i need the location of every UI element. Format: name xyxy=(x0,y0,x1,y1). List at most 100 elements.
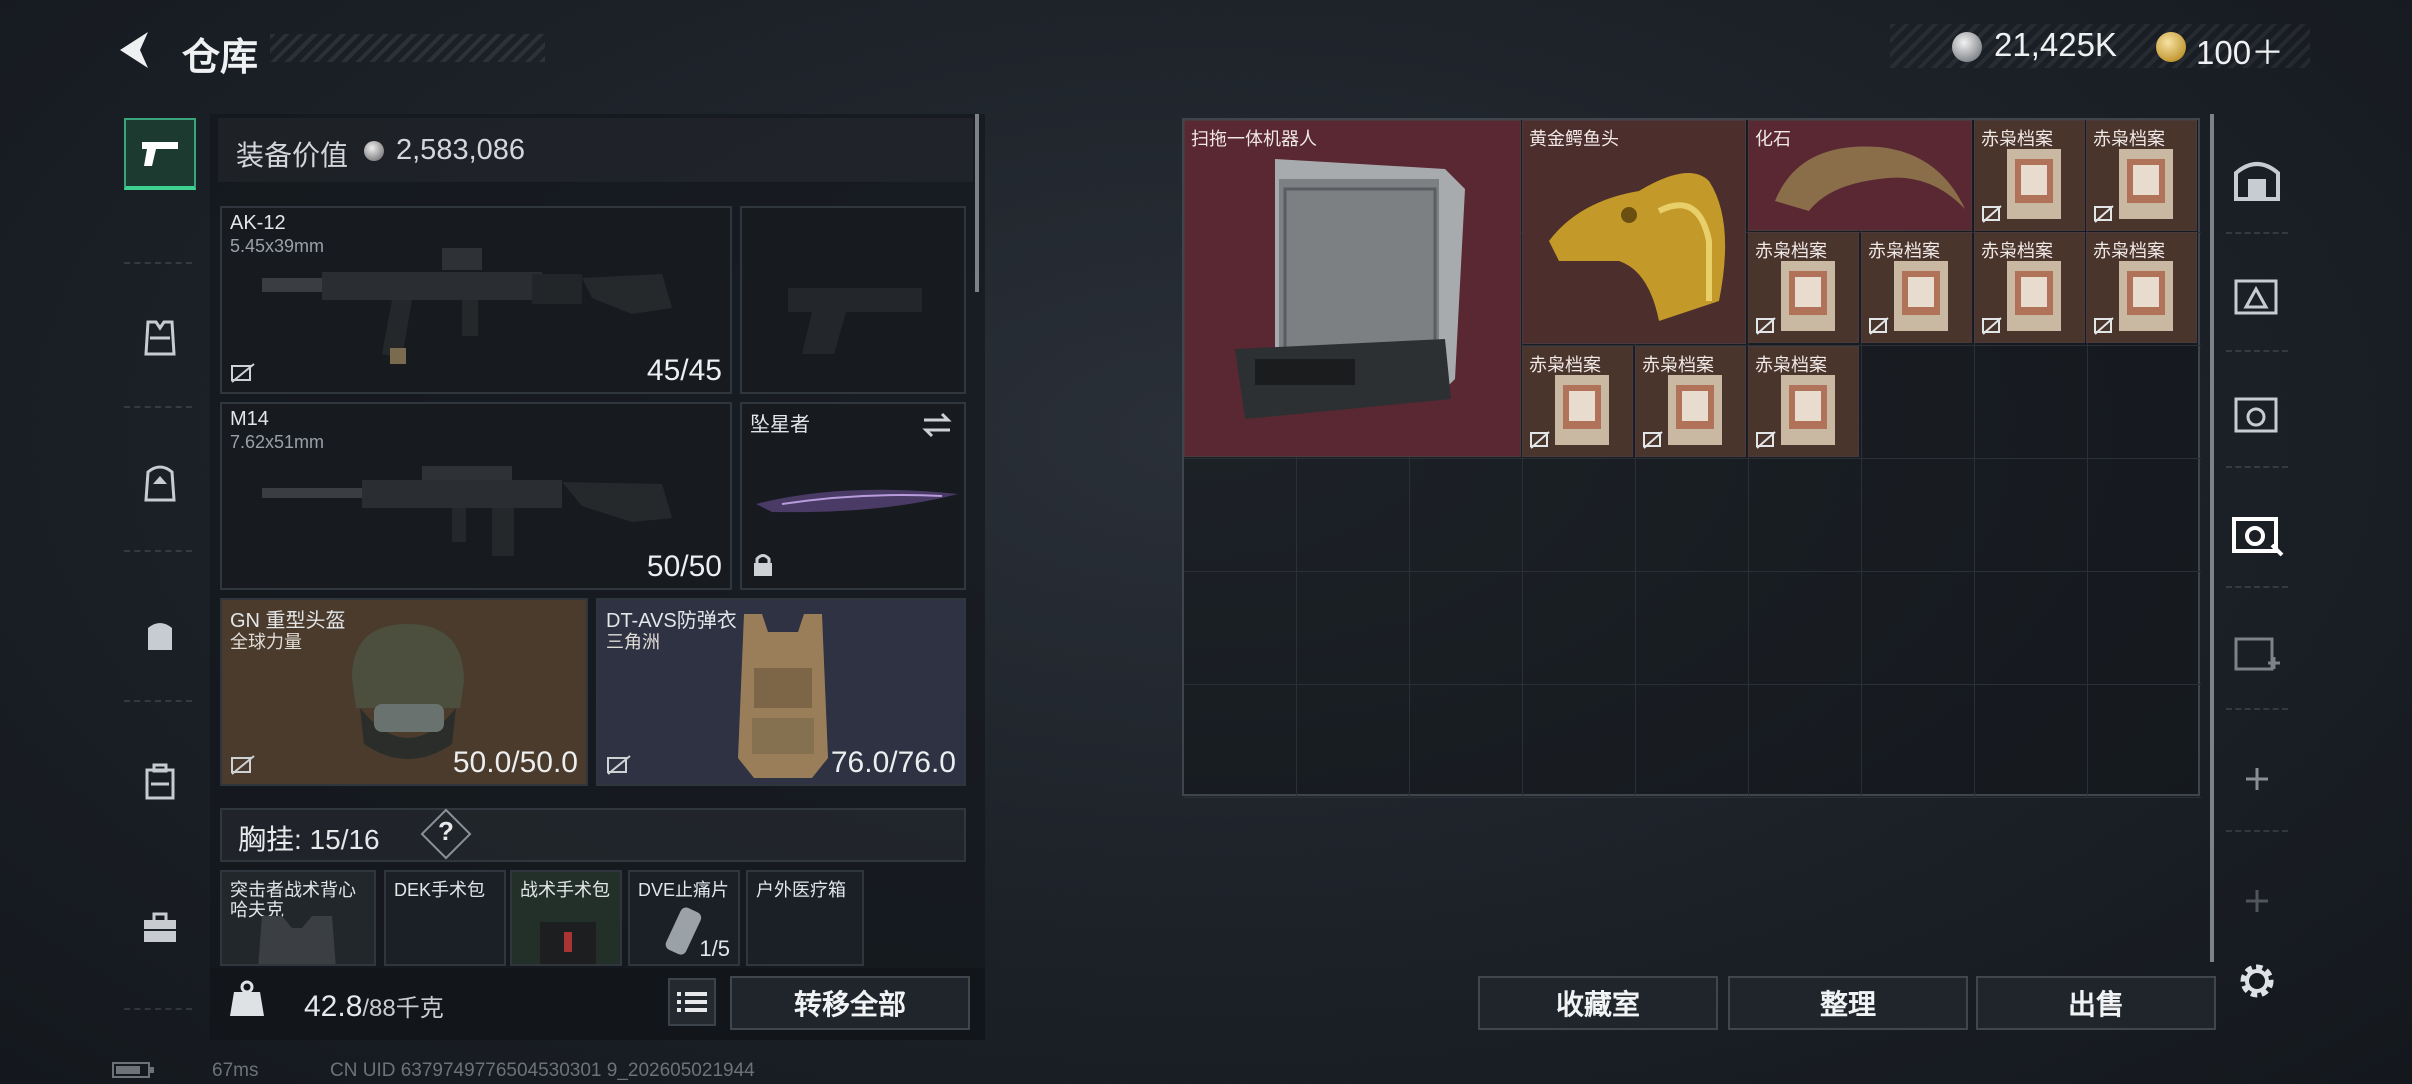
chest-item[interactable]: 突击者战术背心 哈夫克 xyxy=(220,870,376,966)
back-arrow-icon[interactable] xyxy=(112,28,156,72)
stash-grid-cell[interactable] xyxy=(1297,685,1410,798)
stash-grid-cell[interactable] xyxy=(2088,572,2201,685)
stash-item-red-owl-file[interactable]: 赤枭档案 xyxy=(2086,232,2197,343)
primary-weapon-slot[interactable]: AK-12 5.45x39mm 45/45 xyxy=(220,206,732,394)
item-name: 户外医疗箱 xyxy=(756,880,846,900)
weapon-name: M14 xyxy=(230,408,269,430)
rail-stash-page-4-active[interactable] xyxy=(2222,500,2292,570)
chest-item[interactable]: DEK手术包 xyxy=(384,870,506,966)
vest-image xyxy=(258,916,336,964)
nav-bag-tab[interactable] xyxy=(124,598,196,670)
nav-vest-tab[interactable] xyxy=(124,302,196,374)
surgery-kit-image xyxy=(540,922,596,964)
stash-grid-cell[interactable] xyxy=(1862,459,1975,572)
helmet-sub: 全球力量 xyxy=(230,632,302,652)
stash-grid-cell[interactable] xyxy=(1410,685,1523,798)
stash-item-red-owl-file[interactable]: 赤枭档案 xyxy=(1522,346,1633,457)
stash-grid-cell[interactable] xyxy=(1184,685,1297,798)
stash-item-red-owl-file[interactable]: 赤枭档案 xyxy=(2086,120,2197,231)
helmet-durability: 50.0/50.0 xyxy=(452,746,578,779)
expansion-box-icon xyxy=(2232,517,2284,557)
stash-grid-cell[interactable] xyxy=(1975,685,2088,798)
no-insure-icon xyxy=(607,755,631,775)
silver-amount[interactable]: 21,425K xyxy=(1994,26,2117,64)
no-insure-icon xyxy=(1530,431,1550,449)
rail-add-button[interactable] xyxy=(2222,744,2292,814)
swap-icon[interactable] xyxy=(920,412,954,438)
stash-grid-cell[interactable] xyxy=(1523,459,1636,572)
list-view-button[interactable] xyxy=(668,978,716,1026)
transfer-all-button[interactable]: 转移全部 xyxy=(730,976,970,1030)
stash-grid-cell[interactable] xyxy=(1297,572,1410,685)
gold-amount[interactable]: 100＋ xyxy=(2196,26,2284,74)
helmet-slot[interactable]: GN 重型头盔 全球力量 50.0/50.0 xyxy=(220,598,588,786)
stash-grid-cell[interactable] xyxy=(1297,459,1410,572)
armor-durability: 76.0/76.0 xyxy=(830,746,956,779)
nav-backpack-tab[interactable] xyxy=(124,446,196,518)
equipment-value-label: 装备价值 xyxy=(236,140,349,171)
rail-add-box[interactable] xyxy=(2222,620,2292,690)
secondary-weapon-slot[interactable]: M14 7.62x51mm 50/50 xyxy=(220,402,732,590)
stash-grid-cell[interactable] xyxy=(1636,572,1749,685)
chest-item[interactable]: 户外医疗箱 xyxy=(746,870,864,966)
stash-grid-cell[interactable] xyxy=(1410,572,1523,685)
stash-grid-cell[interactable] xyxy=(1184,459,1297,572)
stash-grid-cell[interactable] xyxy=(1523,685,1636,798)
rail-stash-page-1[interactable] xyxy=(2222,146,2292,216)
stash-grid-cell[interactable] xyxy=(1749,572,1862,685)
stash-item-red-owl-file[interactable]: 赤枭档案 xyxy=(1748,232,1859,343)
stash-grid-cell[interactable] xyxy=(2088,685,2201,798)
nav-weapons-tab[interactable] xyxy=(124,118,196,190)
silver-coin-icon xyxy=(1952,32,1982,62)
stash-item-red-owl-file[interactable]: 赤枭档案 xyxy=(1974,232,2085,343)
no-insure-icon xyxy=(1982,317,2002,335)
pistol-placeholder-icon xyxy=(788,288,922,354)
stash-grid-cell[interactable] xyxy=(1975,572,2088,685)
croc-head-image xyxy=(1549,173,1726,321)
stash-item-red-owl-file[interactable]: 赤枭档案 xyxy=(1748,346,1859,457)
stash-item-golden-croc-head[interactable]: 黄金鳄鱼头 xyxy=(1522,120,1746,344)
stash-item-red-owl-file[interactable]: 赤枭档案 xyxy=(1635,346,1746,457)
sell-button[interactable]: 出售 xyxy=(1976,976,2216,1030)
stash-grid-cell[interactable] xyxy=(1862,572,1975,685)
chest-item[interactable]: 战术手术包 xyxy=(510,870,622,966)
rail-stash-page-2[interactable] xyxy=(2222,262,2292,332)
stash-grid-cell[interactable] xyxy=(1636,459,1749,572)
melee-slot[interactable]: 坠星者 xyxy=(740,402,966,590)
no-insure-icon xyxy=(1643,431,1663,449)
robot-vacuum-image xyxy=(1235,159,1465,419)
stash-grid-cell[interactable] xyxy=(1636,685,1749,798)
stash-item-robot-vacuum[interactable]: 扫拖一体机器人 xyxy=(1184,120,1521,457)
stash-item-fossil[interactable]: 化石 xyxy=(1748,120,1972,231)
stash-grid-cell[interactable] xyxy=(1975,459,2088,572)
equipment-scrollbar[interactable] xyxy=(975,114,979,292)
list-icon xyxy=(677,992,707,1012)
weight-current: 42.8 xyxy=(304,990,363,1023)
pistol-slot[interactable] xyxy=(740,206,966,394)
stash-grid-cell[interactable] xyxy=(2088,459,2201,572)
stash-grid-cell[interactable] xyxy=(1184,572,1297,685)
stash-scrollbar[interactable] xyxy=(2210,114,2214,962)
nav-container-tab[interactable] xyxy=(124,746,196,818)
backpack-icon xyxy=(144,465,176,502)
stash-grid-cell[interactable] xyxy=(2088,346,2201,459)
chest-item[interactable]: DVE止痛片 1/5 xyxy=(628,870,740,966)
stash-grid-cell[interactable] xyxy=(1410,459,1523,572)
stash-item-red-owl-file[interactable]: 赤枭档案 xyxy=(1861,232,1972,343)
rail-stash-page-3[interactable] xyxy=(2222,380,2292,450)
stash-grid-cell[interactable] xyxy=(1523,572,1636,685)
stash-grid-cell[interactable] xyxy=(1749,459,1862,572)
no-insure-icon xyxy=(231,755,255,775)
title-decoration xyxy=(270,34,545,62)
stash-item-red-owl-file[interactable]: 赤枭档案 xyxy=(1974,120,2085,231)
armor-slot[interactable]: DT-AVS防弹衣 三角洲 76.0/76.0 xyxy=(596,598,966,786)
stash-grid-cell[interactable] xyxy=(1749,685,1862,798)
nav-toolbox-tab[interactable] xyxy=(124,892,196,964)
stash-grid-cell[interactable] xyxy=(1862,685,1975,798)
organize-button[interactable]: 整理 xyxy=(1728,976,1968,1030)
collection-room-button[interactable]: 收藏室 xyxy=(1478,976,1718,1030)
settings-button[interactable] xyxy=(2222,946,2292,1016)
stash-grid-cell[interactable] xyxy=(1975,346,2088,459)
stash-grid-cell[interactable] xyxy=(1862,346,1975,459)
weapon-name: AK-12 xyxy=(230,212,286,234)
